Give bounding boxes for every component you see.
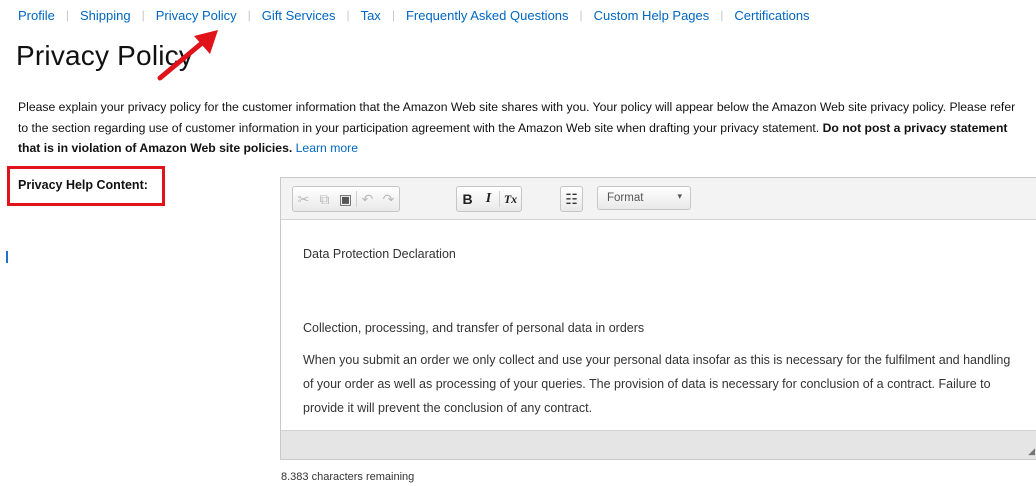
nav-separator: | [720, 8, 724, 22]
nav-separator: | [391, 8, 395, 22]
editor-toolbar: ✂ ⧉ ▣ ↶ ↷ B I Tx ☷ Format ▾ [281, 178, 1036, 220]
list-group: ☷ [560, 186, 583, 212]
italic-button[interactable]: I [478, 188, 499, 210]
nav-certifications[interactable]: Certifications [734, 8, 809, 23]
editor-status-bar: ◢ [281, 430, 1036, 459]
nav-separator: | [579, 8, 583, 22]
nav-profile[interactable]: Profile [18, 8, 55, 23]
chevron-down-icon: ▾ [677, 191, 682, 201]
text-cursor-mark [6, 251, 8, 263]
cut-icon[interactable]: ✂ [293, 188, 314, 210]
content-heading: Data Protection Declaration [303, 247, 456, 261]
seller-info-nav: Profile | Shipping | Privacy Policy | Gi… [18, 6, 810, 24]
nav-shipping[interactable]: Shipping [80, 8, 131, 23]
characters-remaining: 8.383 characters remaining [281, 471, 415, 483]
nav-gift-services[interactable]: Gift Services [262, 8, 336, 23]
nav-faq[interactable]: Frequently Asked Questions [406, 8, 569, 23]
privacy-help-content-label: Privacy Help Content: [18, 178, 148, 192]
format-dropdown-value: Format [607, 192, 644, 204]
remove-format-button[interactable]: Tx [500, 188, 521, 210]
privacy-description: Please explain your privacy policy for t… [18, 97, 1028, 159]
copy-icon[interactable]: ⧉ [314, 188, 335, 210]
clipboard-group: ✂ ⧉ ▣ ↶ ↷ [292, 186, 400, 212]
bold-button[interactable]: B [457, 188, 478, 210]
editor-content-area[interactable]: Data Protection Declaration Collection, … [281, 220, 1036, 431]
undo-icon[interactable]: ↶ [357, 188, 378, 210]
nav-separator: | [65, 8, 69, 22]
nav-privacy-policy[interactable]: Privacy Policy [156, 8, 237, 23]
privacy-editor[interactable]: ✂ ⧉ ▣ ↶ ↷ B I Tx ☷ Format ▾ Data Protect… [280, 177, 1036, 460]
format-group: B I Tx [456, 186, 522, 212]
nav-tax[interactable]: Tax [361, 8, 381, 23]
nav-custom-help-pages[interactable]: Custom Help Pages [594, 8, 710, 23]
annotation-arrow [157, 30, 218, 81]
paste-icon[interactable]: ▣ [335, 188, 356, 210]
nav-separator: | [141, 8, 145, 22]
content-subheading: Collection, processing, and transfer of … [303, 321, 645, 335]
resize-handle-icon[interactable]: ◢ [1028, 446, 1035, 457]
bulleted-list-icon[interactable]: ☷ [561, 188, 582, 210]
learn-more-link[interactable]: Learn more [296, 141, 358, 155]
redo-icon[interactable]: ↷ [378, 188, 399, 210]
format-dropdown[interactable]: Format ▾ [597, 186, 691, 210]
content-paragraph: When you submit an order we only collect… [303, 353, 1011, 415]
nav-separator: | [247, 8, 251, 22]
nav-separator: | [346, 8, 350, 22]
